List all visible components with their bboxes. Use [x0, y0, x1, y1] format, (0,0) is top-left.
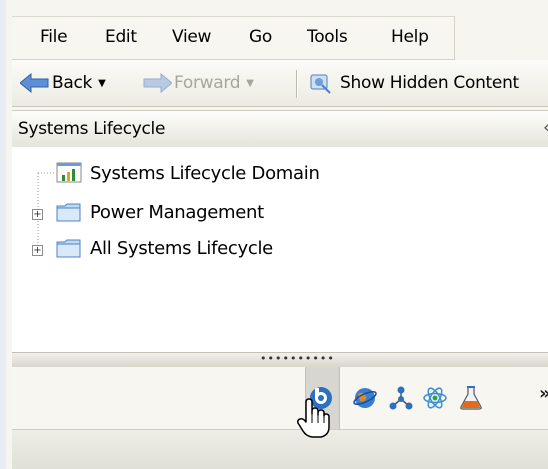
forward-arrow-icon: [143, 73, 172, 93]
panel-header: Systems Lifecycle «: [12, 110, 548, 148]
menu-view[interactable]: View: [172, 27, 211, 47]
tree-item-label: Systems Lifecycle Domain: [90, 162, 320, 184]
forward-button[interactable]: Forward ▼: [142, 69, 254, 97]
menu-tools[interactable]: Tools: [307, 27, 348, 47]
back-button[interactable]: Back ▼: [20, 69, 106, 97]
atom-icon[interactable]: [422, 385, 448, 411]
folder-icon: [56, 203, 81, 222]
back-label: Back: [52, 73, 93, 93]
menu-edit[interactable]: Edit: [105, 27, 137, 47]
navigation-toolbar: Back ▼ Forward ▼ Show Hidden Content: [12, 60, 548, 107]
more-shortcuts-icon[interactable]: »: [539, 383, 548, 404]
domain-chart-icon: [56, 162, 82, 183]
menu-help[interactable]: Help: [391, 27, 429, 47]
tree-item-domain[interactable]: Systems Lifecycle Domain: [56, 158, 320, 188]
menu-file[interactable]: File: [40, 27, 68, 47]
flask-icon[interactable]: [458, 385, 484, 411]
topology-icon[interactable]: [388, 385, 414, 411]
menu-go[interactable]: Go: [249, 27, 272, 47]
forward-label: Forward: [174, 73, 241, 93]
hidden-content-icon: [310, 74, 331, 94]
application-window: File Edit View Go Tools Help Back ▼ Forw…: [0, 0, 548, 469]
panel-splitter[interactable]: ••••••••••: [12, 352, 548, 368]
show-hidden-content-button[interactable]: Show Hidden Content: [308, 69, 519, 97]
tree-item-label: All Systems Lifecycle: [90, 237, 273, 259]
panel-title: Systems Lifecycle: [18, 119, 166, 139]
collapse-panel-button[interactable]: «: [543, 117, 548, 138]
tree-item-all-systems-lifecycle[interactable]: All Systems Lifecycle: [56, 233, 273, 263]
navigation-tree: Systems Lifecycle Domain + Power Managem…: [12, 147, 548, 352]
toolbar-separator: [296, 70, 297, 98]
hand-cursor-icon: [297, 398, 330, 438]
menu-bar: File Edit View Go Tools Help: [12, 16, 455, 60]
tree-item-power-management[interactable]: Power Management: [56, 197, 264, 227]
show-hidden-content-label: Show Hidden Content: [340, 73, 519, 93]
folder-icon: [56, 239, 81, 258]
back-arrow-icon: [20, 73, 49, 93]
status-bar: [12, 430, 548, 469]
back-dropdown-icon[interactable]: ▼: [98, 78, 106, 89]
shortcut-bar: »: [12, 367, 548, 430]
forward-dropdown-icon[interactable]: ▼: [246, 78, 254, 89]
expand-power-management[interactable]: +: [32, 209, 43, 220]
expand-all-systems-lifecycle[interactable]: +: [32, 245, 43, 256]
globe-icon[interactable]: [352, 385, 378, 411]
tree-item-label: Power Management: [90, 201, 264, 223]
splitter-grip-icon: ••••••••••: [260, 352, 335, 365]
